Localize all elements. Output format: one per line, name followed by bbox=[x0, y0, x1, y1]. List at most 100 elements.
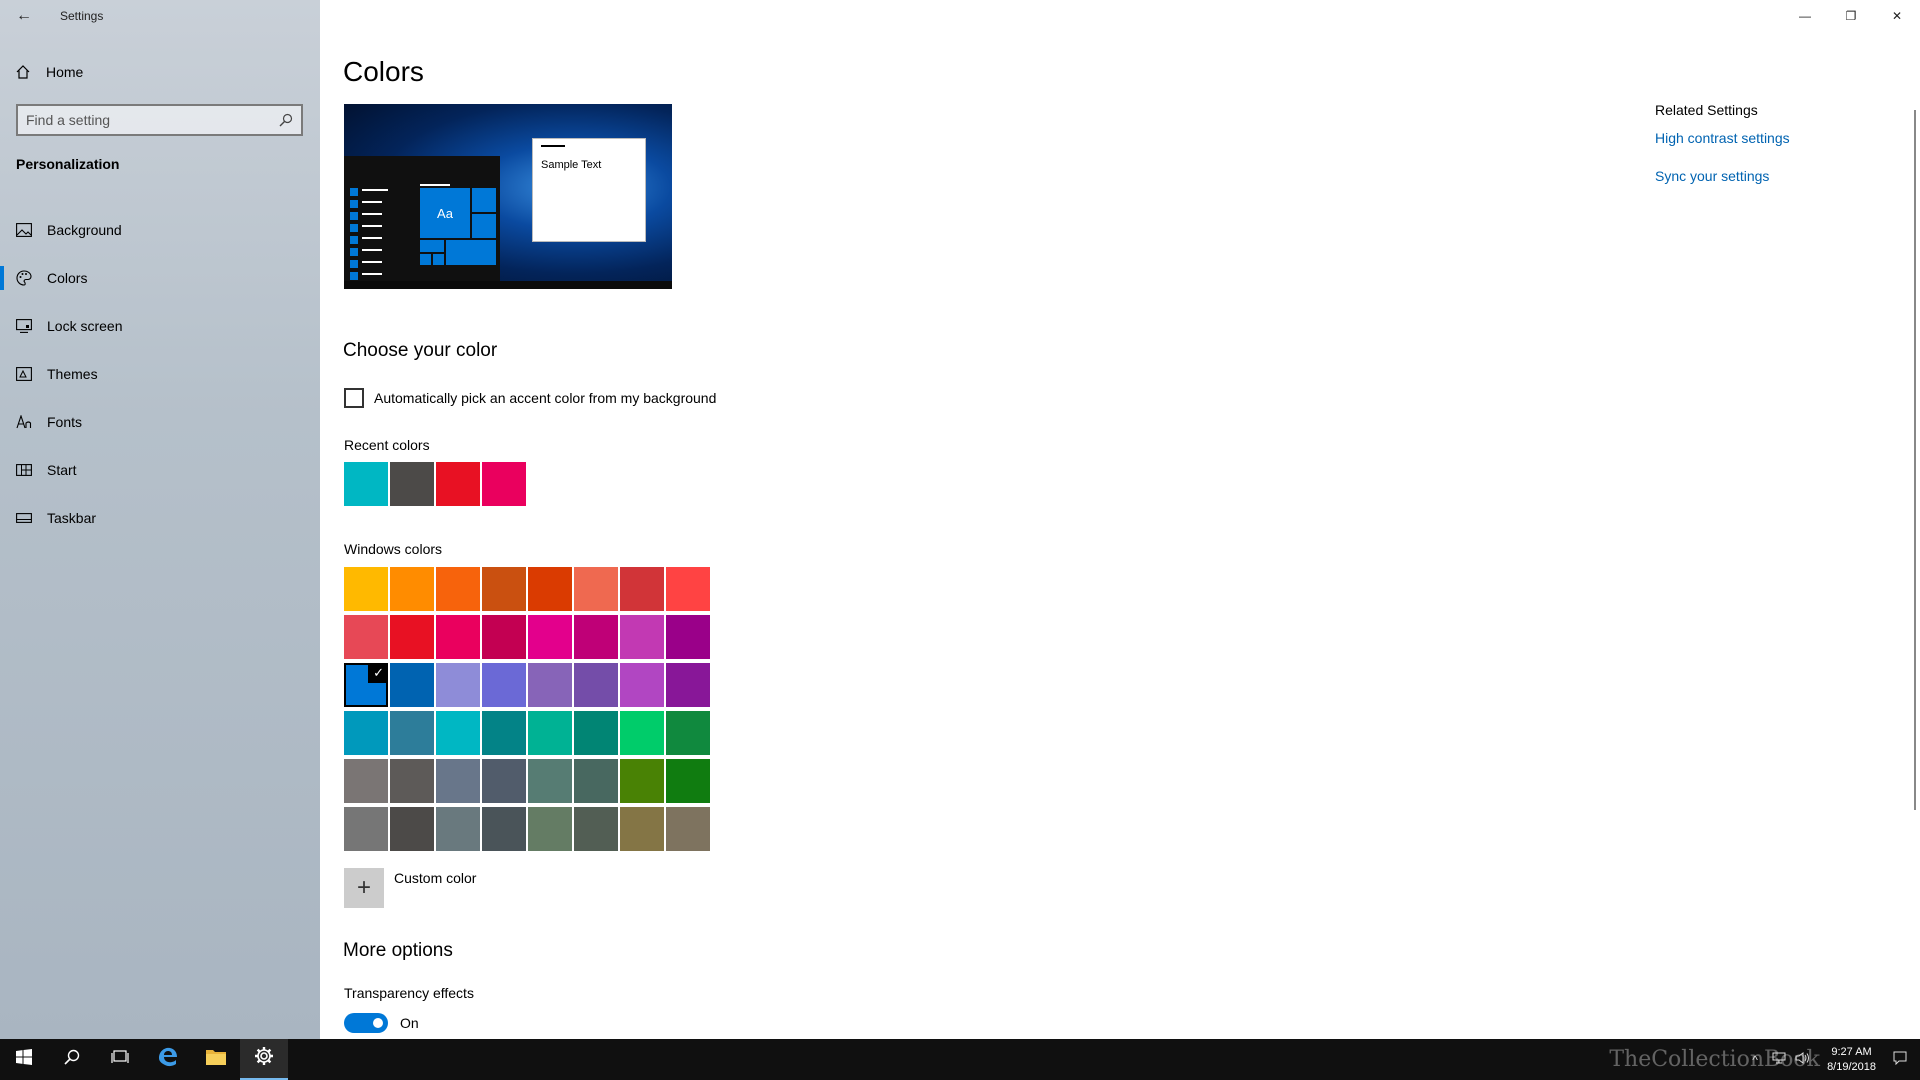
color-swatch[interactable] bbox=[390, 567, 434, 611]
color-swatch[interactable] bbox=[436, 807, 480, 851]
color-swatch[interactable] bbox=[436, 759, 480, 803]
color-swatch[interactable] bbox=[344, 807, 388, 851]
color-swatch[interactable] bbox=[528, 663, 572, 707]
recent-color-swatch[interactable] bbox=[344, 462, 388, 506]
nav-list: Background Colors Lock screen Themes Fon… bbox=[0, 206, 320, 542]
color-swatch[interactable] bbox=[666, 567, 710, 611]
recent-color-swatch[interactable] bbox=[436, 462, 480, 506]
color-swatch[interactable] bbox=[620, 711, 664, 755]
nav-home[interactable]: Home bbox=[0, 56, 320, 88]
color-swatch[interactable] bbox=[344, 759, 388, 803]
color-swatch[interactable] bbox=[620, 807, 664, 851]
sidebar-item-background[interactable]: Background bbox=[0, 206, 320, 254]
sidebar-item-colors[interactable]: Colors bbox=[0, 254, 320, 302]
minimize-button[interactable]: — bbox=[1782, 0, 1828, 32]
color-swatch[interactable] bbox=[528, 567, 572, 611]
color-swatch[interactable] bbox=[574, 807, 618, 851]
preview-sample-window: Sample Text bbox=[532, 138, 646, 242]
color-swatch[interactable] bbox=[666, 807, 710, 851]
color-swatch[interactable] bbox=[482, 567, 526, 611]
transparency-toggle[interactable] bbox=[344, 1013, 388, 1033]
section-heading: Personalization bbox=[16, 156, 120, 172]
clock-time: 9:27 AM bbox=[1831, 1045, 1872, 1058]
restore-button[interactable]: ❐ bbox=[1828, 0, 1874, 32]
color-swatch[interactable] bbox=[436, 663, 480, 707]
taskbar-clock[interactable]: 9:27 AM 8/19/2018 bbox=[1827, 1045, 1876, 1075]
scrollbar[interactable] bbox=[1914, 110, 1916, 810]
related-settings-title: Related Settings bbox=[1655, 102, 1758, 118]
color-swatch[interactable] bbox=[390, 711, 434, 755]
volume-icon[interactable] bbox=[1791, 1052, 1815, 1067]
sidebar-item-taskbar[interactable]: Taskbar bbox=[0, 494, 320, 542]
transparency-state: On bbox=[400, 1015, 419, 1031]
color-swatch[interactable] bbox=[344, 615, 388, 659]
color-swatch[interactable] bbox=[620, 567, 664, 611]
selected-color-swatch[interactable]: ✓ bbox=[344, 663, 388, 707]
search-input[interactable] bbox=[26, 112, 279, 128]
custom-color-button[interactable]: + Custom color bbox=[344, 868, 476, 908]
sync-settings-link[interactable]: Sync your settings bbox=[1655, 168, 1905, 184]
task-view-button[interactable] bbox=[96, 1039, 144, 1080]
close-button[interactable]: ✕ bbox=[1874, 0, 1920, 32]
color-swatch[interactable] bbox=[574, 711, 618, 755]
sidebar-item-themes[interactable]: Themes bbox=[0, 350, 320, 398]
plus-icon: + bbox=[344, 868, 384, 908]
color-swatch[interactable] bbox=[574, 615, 618, 659]
edge-icon bbox=[157, 1046, 179, 1073]
color-swatch[interactable] bbox=[390, 615, 434, 659]
file-explorer-button[interactable] bbox=[192, 1039, 240, 1080]
color-swatch[interactable] bbox=[666, 663, 710, 707]
recent-colors bbox=[344, 462, 526, 506]
back-button[interactable]: ← bbox=[0, 0, 48, 32]
auto-pick-row[interactable]: Automatically pick an accent color from … bbox=[344, 388, 716, 408]
themes-icon bbox=[16, 366, 32, 382]
start-button[interactable] bbox=[0, 1039, 48, 1080]
color-swatch[interactable] bbox=[482, 615, 526, 659]
auto-pick-checkbox[interactable] bbox=[344, 388, 364, 408]
color-swatch[interactable] bbox=[666, 615, 710, 659]
recent-color-swatch[interactable] bbox=[390, 462, 434, 506]
preview-tile-label: Aa bbox=[420, 188, 470, 238]
action-center-icon[interactable] bbox=[1888, 1051, 1912, 1068]
color-swatch[interactable] bbox=[666, 711, 710, 755]
settings-taskbar-button[interactable] bbox=[240, 1039, 288, 1080]
color-swatch[interactable] bbox=[528, 615, 572, 659]
network-icon[interactable] bbox=[1767, 1052, 1791, 1067]
search-box[interactable] bbox=[16, 104, 303, 136]
color-swatch[interactable] bbox=[574, 663, 618, 707]
color-swatch[interactable] bbox=[528, 711, 572, 755]
search-button[interactable] bbox=[48, 1039, 96, 1080]
color-swatch[interactable] bbox=[620, 759, 664, 803]
color-swatch[interactable] bbox=[620, 615, 664, 659]
color-swatch[interactable] bbox=[390, 807, 434, 851]
color-swatch[interactable] bbox=[528, 759, 572, 803]
auto-pick-label: Automatically pick an accent color from … bbox=[374, 390, 717, 406]
color-swatch[interactable] bbox=[344, 711, 388, 755]
color-swatch[interactable] bbox=[390, 759, 434, 803]
high-contrast-link[interactable]: High contrast settings bbox=[1655, 130, 1905, 146]
show-hidden-icons-icon[interactable]: ^ bbox=[1743, 1053, 1767, 1067]
sidebar-item-lock-screen[interactable]: Lock screen bbox=[0, 302, 320, 350]
color-swatch[interactable] bbox=[666, 759, 710, 803]
color-swatch[interactable] bbox=[528, 807, 572, 851]
color-swatch[interactable] bbox=[574, 759, 618, 803]
recent-color-swatch[interactable] bbox=[482, 462, 526, 506]
color-swatch[interactable] bbox=[620, 663, 664, 707]
color-swatch[interactable] bbox=[436, 711, 480, 755]
color-swatch[interactable] bbox=[482, 807, 526, 851]
color-row bbox=[344, 711, 710, 755]
color-swatch[interactable] bbox=[390, 663, 434, 707]
close-icon: ✕ bbox=[1891, 9, 1903, 23]
task-view-icon bbox=[111, 1050, 129, 1069]
edge-button[interactable] bbox=[144, 1039, 192, 1080]
color-swatch[interactable] bbox=[574, 567, 618, 611]
color-swatch[interactable] bbox=[436, 615, 480, 659]
search-icon[interactable] bbox=[279, 113, 293, 127]
color-swatch[interactable] bbox=[482, 663, 526, 707]
color-swatch[interactable] bbox=[482, 759, 526, 803]
color-swatch[interactable] bbox=[482, 711, 526, 755]
sidebar-item-start[interactable]: Start bbox=[0, 446, 320, 494]
color-swatch[interactable] bbox=[436, 567, 480, 611]
sidebar-item-fonts[interactable]: Fonts bbox=[0, 398, 320, 446]
color-swatch[interactable] bbox=[344, 567, 388, 611]
